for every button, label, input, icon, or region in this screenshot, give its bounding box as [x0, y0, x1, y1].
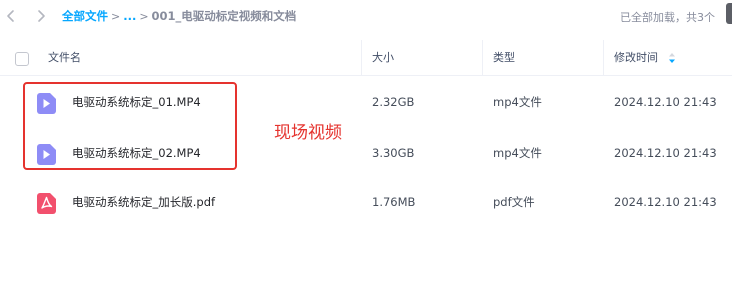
table-row[interactable]: 电驱动系统标定_02.MP4 3.30GB mp4文件 2024.12.10 2… [0, 128, 732, 179]
back-button[interactable] [3, 7, 19, 25]
file-type: pdf文件 [493, 195, 535, 209]
annotation-label: 现场视频 [274, 123, 342, 143]
select-all-checkbox[interactable] [15, 52, 29, 66]
column-header-modified[interactable]: 修改时间 [614, 40, 676, 76]
chevron-left-icon [7, 10, 14, 22]
breadcrumb-bar: 全部文件 > ... > 001_电驱动标定视频和文档 已全部加载，共3个 [0, 0, 732, 33]
file-size: 2.32GB [372, 95, 415, 109]
column-header-modified-label: 修改时间 [614, 51, 658, 64]
table-row[interactable]: 电驱动系统标定_加长版.pdf 1.76MB pdf文件 2024.12.10 … [0, 177, 732, 228]
column-header-type[interactable]: 类型 [493, 40, 515, 76]
breadcrumb-root[interactable]: 全部文件 [62, 8, 108, 24]
breadcrumb-current: 001_电驱动标定视频和文档 [151, 9, 297, 23]
file-name[interactable]: 电驱动系统标定_01.MP4 [72, 77, 201, 128]
file-modified: 2024.12.10 21:43 [614, 195, 717, 209]
file-modified: 2024.12.10 21:43 [614, 146, 717, 160]
load-status: 已全部加载，共3个 [620, 11, 715, 24]
file-name[interactable]: 电驱动系统标定_02.MP4 [72, 128, 201, 179]
breadcrumb: 全部文件 > ... > 001_电驱动标定视频和文档 [62, 8, 296, 24]
video-file-icon [37, 93, 56, 114]
breadcrumb-ellipsis[interactable]: ... [123, 9, 136, 23]
file-modified: 2024.12.10 21:43 [614, 95, 717, 109]
chevron-right-icon [38, 10, 45, 22]
breadcrumb-separator: > [111, 9, 121, 23]
file-name[interactable]: 电驱动系统标定_加长版.pdf [72, 177, 215, 228]
file-type: mp4文件 [493, 146, 542, 160]
side-panel-handle[interactable] [726, 3, 732, 24]
column-header-size[interactable]: 大小 [372, 40, 394, 76]
sort-icon[interactable] [668, 52, 676, 64]
file-size: 1.76MB [372, 195, 416, 209]
column-divider[interactable] [361, 40, 362, 76]
column-divider[interactable] [482, 40, 483, 76]
table-header: 文件名 大小 类型 修改时间 [0, 40, 732, 76]
file-list-page: 全部文件 > ... > 001_电驱动标定视频和文档 已全部加载，共3个 文件… [0, 0, 732, 284]
pdf-file-icon [37, 193, 56, 214]
file-type: mp4文件 [493, 95, 542, 109]
column-header-name[interactable]: 文件名 [48, 40, 81, 76]
video-file-icon [37, 144, 56, 165]
table-row[interactable]: 电驱动系统标定_01.MP4 2.32GB mp4文件 2024.12.10 2… [0, 77, 732, 128]
breadcrumb-separator: > [139, 9, 149, 23]
forward-button[interactable] [33, 7, 49, 25]
column-divider[interactable] [603, 40, 604, 76]
file-size: 3.30GB [372, 146, 415, 160]
